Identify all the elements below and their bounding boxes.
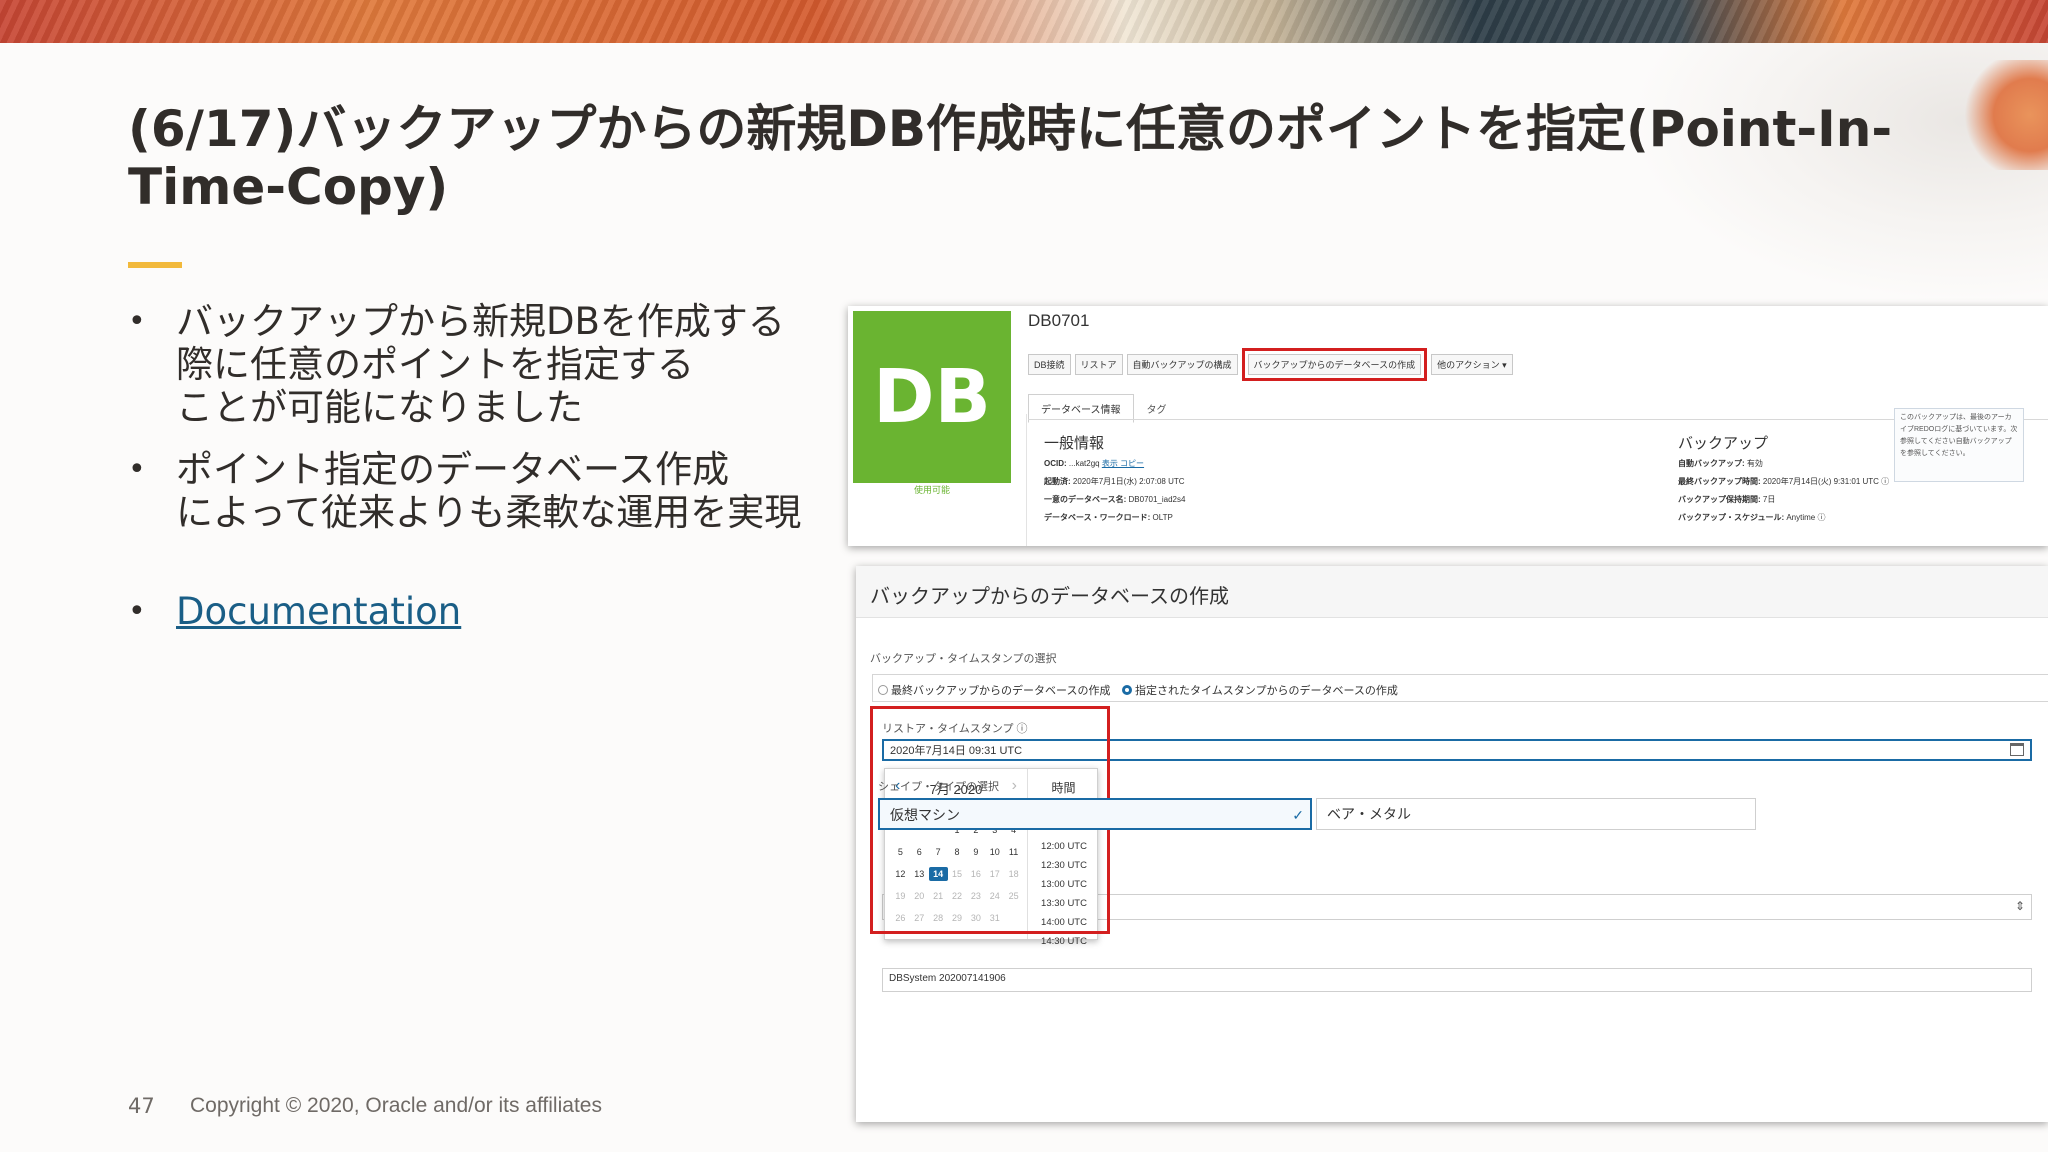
row-value: ...kat2gq bbox=[1068, 459, 1100, 468]
bullet-item: • バックアップから新規DBを作成する 際に任意のポイントを指定する ことが可能… bbox=[128, 300, 785, 429]
info-row: バックアップ・スケジュール: Anytime ⓘ bbox=[1678, 512, 1825, 523]
bullet-item: • Documentation bbox=[128, 590, 461, 633]
general-info-heading: 一般情報 bbox=[1044, 435, 1105, 452]
slide: (6/17)バックアップからの新規DB作成時に任意のポイントを指定(Point-… bbox=[0, 0, 2048, 1152]
row-label: 最終バックアップ時間: bbox=[1678, 477, 1761, 486]
bullet-dot: • bbox=[128, 452, 146, 487]
time-option[interactable]: 14:30 UTC bbox=[1028, 932, 1100, 951]
radio-button[interactable] bbox=[1122, 685, 1132, 695]
decorative-orange-accent bbox=[1958, 60, 2048, 170]
timestamp-section-label: バックアップ・タイムスタンプの選択 bbox=[870, 653, 1057, 665]
row-label: 自動バックアップ: bbox=[1678, 459, 1745, 468]
shape-bare-metal[interactable]: ベア・メタル bbox=[1316, 798, 1756, 830]
shape-label: 仮想マシン bbox=[890, 807, 960, 823]
bullet-line: バックアップから新規DBを作成する bbox=[176, 300, 785, 343]
calendar-icon[interactable] bbox=[2010, 743, 2024, 756]
db-icon: DB bbox=[853, 311, 1011, 483]
ocid-links[interactable]: 表示 コピー bbox=[1102, 459, 1144, 468]
shape-label: ベア・メタル bbox=[1327, 806, 1411, 822]
shape-virtual-machine[interactable]: 仮想マシン ✓ bbox=[878, 798, 1312, 830]
info-row: データベース・ワークロード: OLTP bbox=[1044, 512, 1173, 523]
create-db-dialog-screenshot: バックアップからのデータベースの作成 バックアップ・タイムスタンプの選択 最終バ… bbox=[856, 566, 2048, 1122]
shape-section-label: シェイプ・タイプの選択 bbox=[878, 781, 999, 793]
bullet-dot: • bbox=[128, 304, 146, 339]
row-value: DB0701_iad2s4 bbox=[1128, 495, 1186, 504]
chevron-updown-icon: ⇕ bbox=[2014, 899, 2025, 913]
info-row: OCID: ...kat2gq 表示 コピー bbox=[1044, 458, 1144, 469]
radio-label: 指定されたタイムスタンプからのデータベースの作成 bbox=[1135, 685, 1398, 697]
radio-specified-timestamp[interactable]: 指定されたタイムスタンプからのデータベースの作成 bbox=[1122, 682, 1398, 698]
db-system-value: DBSystem 202007141906 bbox=[889, 973, 1006, 984]
row-label: OCID: bbox=[1044, 459, 1067, 468]
info-row: 自動バックアップ: 有効 bbox=[1678, 458, 1763, 469]
db-system-name-input[interactable]: DBSystem 202007141906 bbox=[882, 968, 2032, 992]
radio-label: 最終バックアップからのデータベースの作成 bbox=[891, 685, 1111, 697]
row-value: Anytime ⓘ bbox=[1786, 513, 1826, 522]
row-label: バックアップ・スケジュール: bbox=[1678, 513, 1785, 522]
row-value: 7日 bbox=[1762, 495, 1776, 504]
copyright: Copyright © 2020, Oracle and/or its affi… bbox=[190, 1094, 602, 1117]
dialog-title: バックアップからのデータベースの作成 bbox=[870, 586, 1229, 608]
backup-info-note: このバックアップは、最後のアーカイブREDOログに基づいています。次参照してくだ… bbox=[1894, 408, 2024, 482]
radio-latest-backup[interactable]: 最終バックアップからのデータベースの作成 bbox=[878, 682, 1110, 698]
info-row: 最終バックアップ時間: 2020年7月14日(火) 9:31:01 UTC ⓘ bbox=[1678, 476, 1889, 487]
db-details-screenshot: DB 使用可能 DB0701 DB接続 リストア 自動バックアップの構成 バック… bbox=[848, 306, 2048, 546]
header-decoration bbox=[0, 0, 2048, 43]
backup-heading: バックアップ bbox=[1678, 435, 1769, 452]
bullet-line: によって従来よりも柔軟な運用を実現 bbox=[176, 491, 802, 534]
row-label: 一意のデータベース名: bbox=[1044, 495, 1127, 504]
row-value: 2020年7月14日(火) 9:31:01 UTC ⓘ bbox=[1762, 477, 1890, 486]
action-toolbar: DB接続 リストア 自動バックアップの構成 バックアップからのデータベースの作成… bbox=[1028, 348, 1513, 381]
bullet-line: 際に任意のポイントを指定する bbox=[176, 343, 694, 386]
more-actions-button[interactable]: 他のアクション ▾ bbox=[1431, 354, 1513, 375]
row-label: データベース・ワークロード: bbox=[1044, 513, 1151, 522]
bullet-item: • ポイント指定のデータベース作成 によって従来よりも柔軟な運用を実現 bbox=[128, 448, 801, 534]
divider bbox=[1026, 414, 1027, 546]
dialog-header: バックアップからのデータベースの作成 bbox=[856, 566, 2048, 618]
info-row: 起動済: 2020年7月1日(水) 2:07:08 UTC bbox=[1044, 476, 1185, 487]
bullet-line: ポイント指定のデータベース作成 bbox=[176, 448, 730, 491]
bullet-line: ことが可能になりました bbox=[176, 386, 583, 429]
bullet-dot: • bbox=[128, 594, 146, 629]
radio-button[interactable] bbox=[878, 685, 888, 695]
slide-title: (6/17)バックアップからの新規DB作成時に任意のポイントを指定(Point-… bbox=[128, 100, 1893, 216]
info-row: バックアップ保持期間: 7日 bbox=[1678, 494, 1775, 505]
documentation-link[interactable]: Documentation bbox=[176, 590, 461, 633]
title-underline bbox=[128, 262, 182, 268]
check-icon: ✓ bbox=[1292, 807, 1304, 823]
status-badge: 使用可能 bbox=[913, 485, 950, 495]
row-value: 2020年7月1日(水) 2:07:08 UTC bbox=[1072, 477, 1185, 486]
row-label: 起動済: bbox=[1044, 477, 1071, 486]
info-row: 一意のデータベース名: DB0701_iad2s4 bbox=[1044, 494, 1185, 505]
database-name: DB0701 bbox=[1028, 311, 1090, 330]
page-number: 47 bbox=[128, 1094, 155, 1118]
restore-button[interactable]: リストア bbox=[1074, 354, 1123, 375]
row-value: OLTP bbox=[1152, 513, 1173, 522]
row-label: バックアップ保持期間: bbox=[1678, 495, 1761, 504]
create-db-from-backup-button[interactable]: バックアップからのデータベースの作成 bbox=[1241, 348, 1428, 381]
configure-auto-backup-button[interactable]: 自動バックアップの構成 bbox=[1126, 354, 1238, 375]
row-value: 有効 bbox=[1746, 459, 1763, 468]
db-connect-button[interactable]: DB接続 bbox=[1028, 354, 1071, 375]
